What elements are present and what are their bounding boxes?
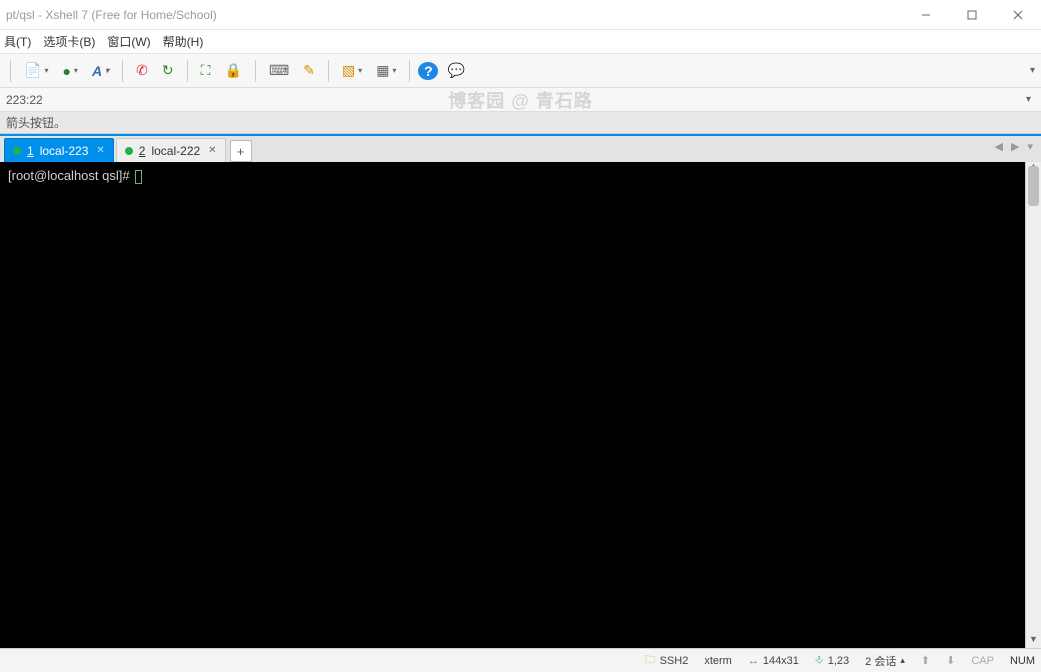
scroll-thumb[interactable] xyxy=(1028,166,1039,206)
status-size: ↔ 144x31 xyxy=(748,655,799,667)
terminal-prompt: [root@localhost qsl]# xyxy=(8,168,133,183)
window-title: pt/qsl - Xshell 7 (Free for Home/School) xyxy=(0,8,217,22)
menu-tools[interactable]: 具(T) xyxy=(4,33,31,50)
toolbar-separator xyxy=(187,60,188,82)
expand-icon: ⛶ xyxy=(201,62,211,79)
maximize-button[interactable] xyxy=(949,0,995,30)
tab-prev[interactable]: ◀ xyxy=(995,140,1003,153)
tool-reconnect[interactable]: ↻ xyxy=(157,60,179,82)
tab-close[interactable]: ✕ xyxy=(96,145,104,156)
tool-help[interactable]: ? xyxy=(418,62,438,80)
lock-icon: 🔒 xyxy=(225,62,242,79)
globe-icon: ● xyxy=(62,63,70,79)
tab-list-dropdown[interactable]: ▾ xyxy=(1027,140,1033,153)
cursor-icon: ⎀ xyxy=(815,654,824,667)
refresh-icon: ↻ xyxy=(162,62,174,79)
new-tab-button[interactable]: + xyxy=(230,140,252,162)
tab-label: local-223 xyxy=(40,144,89,158)
tool-globe[interactable]: ● xyxy=(57,60,82,82)
toolbar-separator xyxy=(328,60,329,82)
status-protocol: 🗀 SSH2 xyxy=(645,651,689,670)
terminal-cursor xyxy=(135,170,142,184)
status-termtype: xterm xyxy=(704,655,732,667)
toolbar-separator xyxy=(10,60,11,82)
tab-index: 2 xyxy=(139,144,146,158)
session-tab-2[interactable]: 2 local-222 ✕ xyxy=(116,138,226,162)
title-bar: pt/qsl - Xshell 7 (Free for Home/School) xyxy=(0,0,1041,30)
status-nav-down[interactable]: ⬇ xyxy=(946,654,955,667)
status-capslock: CAP xyxy=(971,655,994,667)
status-bar: 🗀 SSH2 xterm ↔ 144x31 ⎀ 1,23 2 会话 ▴ ⬆ ⬇ … xyxy=(0,648,1041,672)
terminal[interactable]: [root@localhost qsl]# xyxy=(0,162,1025,648)
status-sessions-label: 2 会话 xyxy=(865,653,896,669)
tool-keyboard[interactable]: ⌨ xyxy=(264,60,294,82)
grid-icon: ▦ xyxy=(376,62,389,79)
session-tab-strip: 1 local-223 ✕ 2 local-222 ✕ + ◀ ▶ ▾ xyxy=(0,134,1041,162)
status-protocol-label: SSH2 xyxy=(660,655,689,667)
scrollbar[interactable]: ▲ ▼ xyxy=(1025,162,1041,648)
tab-nav: ◀ ▶ ▾ xyxy=(995,140,1033,153)
phone-icon: ✆ xyxy=(136,62,148,79)
menu-bar: 具(T) 选项卡(B) 窗口(W) 帮助(H) xyxy=(0,30,1041,54)
minimize-button[interactable] xyxy=(903,0,949,30)
menu-tabs[interactable]: 选项卡(B) xyxy=(43,33,95,50)
status-cursor: ⎀ 1,23 xyxy=(815,654,849,667)
folder-icon: 🗀 xyxy=(645,651,656,670)
toolbar: 📄 ● A ✆ ↻ ⛶ 🔒 ⌨ ✎ ▧ ▦ ? 💬 ▾ xyxy=(0,54,1041,88)
maximize-icon xyxy=(967,10,977,20)
toolbar-separator xyxy=(255,60,256,82)
address-bar[interactable]: 223:22 博客园 @ 青石路 ▾ xyxy=(0,88,1041,112)
scroll-down-icon[interactable]: ▼ xyxy=(1026,634,1041,648)
menu-window[interactable]: 窗口(W) xyxy=(107,33,150,50)
tool-feedback[interactable]: 💬 xyxy=(442,60,469,82)
watermark-text: 博客园 @ 青石路 xyxy=(448,87,593,113)
tool-font[interactable]: A xyxy=(87,60,114,82)
tab-next[interactable]: ▶ xyxy=(1011,140,1019,153)
close-button[interactable] xyxy=(995,0,1041,30)
status-nav-up[interactable]: ⬆ xyxy=(921,654,930,667)
folder-icon: 📄 xyxy=(24,62,41,79)
session-tab-1[interactable]: 1 local-223 ✕ xyxy=(4,138,114,162)
tool-lock[interactable]: 🔒 xyxy=(220,60,247,82)
hint-text: 箭头按钮。 xyxy=(6,114,66,131)
tab-label: local-222 xyxy=(151,144,200,158)
tab-index: 1 xyxy=(27,144,34,158)
toolbar-separator xyxy=(122,60,123,82)
address-dropdown[interactable]: ▾ xyxy=(1026,94,1031,105)
tool-disconnect[interactable]: ✆ xyxy=(131,60,153,82)
close-icon xyxy=(1013,10,1023,20)
status-dot-icon xyxy=(13,147,21,155)
newtab-icon: ▧ xyxy=(342,62,355,79)
tool-highlight[interactable]: ✎ xyxy=(298,60,320,82)
terminal-area: [root@localhost qsl]# ▲ ▼ xyxy=(0,162,1041,648)
help-icon: ? xyxy=(424,63,433,79)
tool-fullscreen[interactable]: ⛶ xyxy=(196,60,216,82)
chevron-up-icon: ▴ xyxy=(900,655,905,666)
status-dot-icon xyxy=(125,147,133,155)
status-size-label: 144x31 xyxy=(763,655,799,667)
minimize-icon xyxy=(921,10,931,20)
status-sessions[interactable]: 2 会话 ▴ xyxy=(865,653,905,669)
toolbar-separator xyxy=(409,60,410,82)
status-cursor-label: 1,23 xyxy=(828,655,849,667)
tool-newwindow[interactable]: ▧ xyxy=(337,60,367,82)
tool-folder[interactable]: 📄 xyxy=(19,60,53,82)
toolbar-overflow[interactable]: ▾ xyxy=(1030,65,1035,76)
window-buttons xyxy=(903,0,1041,30)
status-numlock: NUM xyxy=(1010,655,1035,667)
hint-bar: 箭头按钮。 xyxy=(0,112,1041,134)
keyboard-icon: ⌨ xyxy=(269,62,289,79)
brush-icon: ✎ xyxy=(303,62,315,79)
tool-layout[interactable]: ▦ xyxy=(371,60,401,82)
resize-icon: ↔ xyxy=(748,655,759,667)
address-value: 223:22 xyxy=(6,93,43,107)
menu-help[interactable]: 帮助(H) xyxy=(163,33,204,50)
bubble-icon: 💬 xyxy=(447,62,464,79)
font-icon: A xyxy=(92,63,102,79)
tab-close[interactable]: ✕ xyxy=(208,145,216,156)
